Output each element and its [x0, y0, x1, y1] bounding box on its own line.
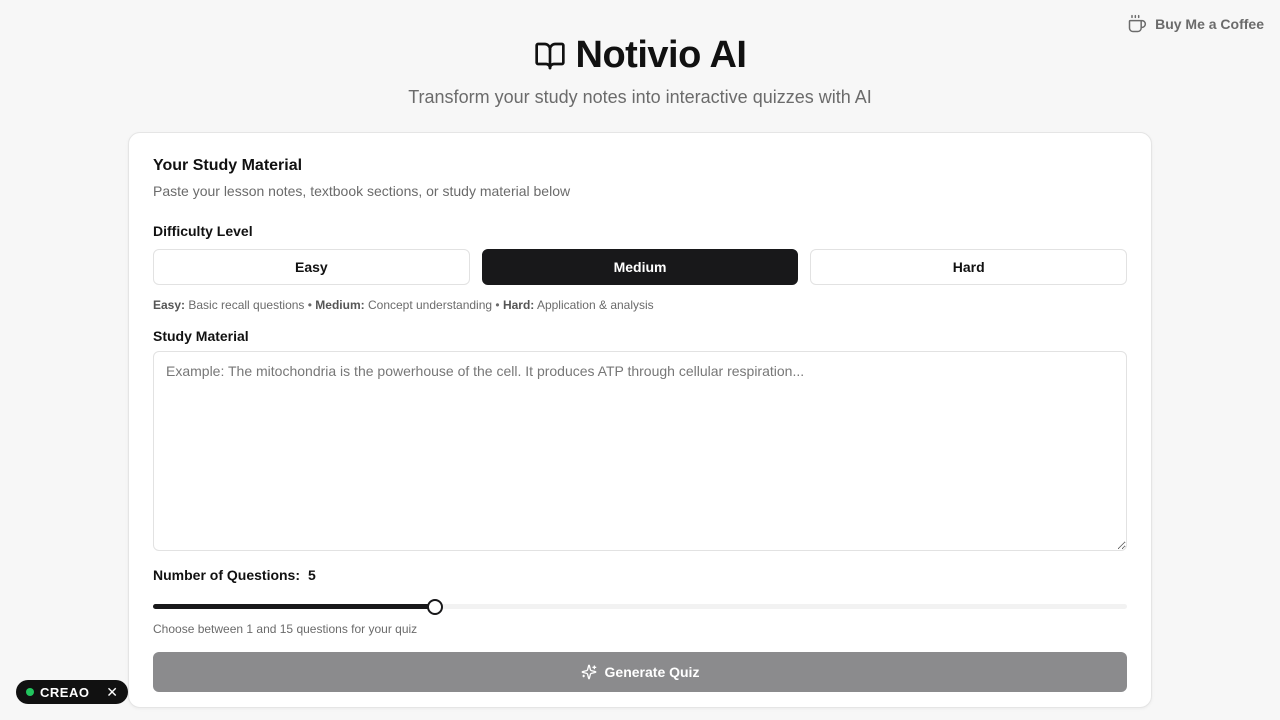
questions-value: 5 [308, 567, 316, 583]
hint-medium-key: Medium: [315, 298, 365, 312]
page-header: Notivio AI Transform your study notes in… [0, 0, 1280, 108]
hint-easy-text: Basic recall questions • [185, 298, 316, 312]
close-icon[interactable]: ✕ [106, 684, 118, 701]
page-title: Notivio AI [534, 34, 747, 77]
page-subtitle: Transform your study notes into interact… [408, 87, 872, 107]
difficulty-hint: Easy: Basic recall questions • Medium: C… [153, 298, 1127, 312]
hint-hard-key: Hard: [502, 298, 535, 312]
difficulty-medium-button[interactable]: Medium [481, 249, 799, 285]
coffee-label: Buy Me a Coffee [1155, 16, 1264, 32]
questions-row: Number of Questions: 5 [153, 567, 1127, 583]
difficulty-selector: Easy Medium Hard [153, 249, 1128, 285]
hint-hard-text: Application & analysis [534, 298, 654, 312]
card-description: Paste your lesson notes, textbook sectio… [153, 183, 571, 199]
coffee-cup-icon [1128, 14, 1147, 33]
study-material-label: Study Material [153, 328, 249, 344]
title-text: Notivio AI [575, 34, 747, 76]
difficulty-easy-button[interactable]: Easy [153, 249, 470, 285]
card-title: Your Study Material [153, 157, 303, 174]
difficulty-label: Difficulty Level [153, 223, 253, 239]
sparkles-icon [581, 664, 596, 680]
questions-label: Number of Questions: [153, 567, 301, 583]
generate-quiz-button[interactable]: Generate Quiz [153, 652, 1127, 692]
status-dot [26, 688, 34, 696]
book-open-icon [534, 42, 565, 69]
slider-thumb[interactable] [426, 599, 443, 615]
hint-medium-text: Concept understanding • [364, 298, 503, 312]
study-material-input[interactable] [153, 351, 1127, 551]
questions-slider[interactable] [153, 599, 1127, 615]
study-material-card: Your Study Material Paste your lesson no… [128, 132, 1152, 708]
difficulty-hard-button[interactable]: Hard [810, 249, 1128, 285]
buy-me-a-coffee-link[interactable]: Buy Me a Coffee [1127, 14, 1264, 34]
hint-easy-key: Easy: [153, 298, 186, 312]
badge-brand: CREAO [40, 684, 90, 700]
generate-quiz-label: Generate Quiz [604, 664, 700, 680]
slider-fill [153, 604, 435, 609]
creao-badge[interactable]: CREAO ✕ [16, 680, 128, 704]
questions-hint: Choose between 1 and 15 questions for yo… [153, 622, 418, 636]
